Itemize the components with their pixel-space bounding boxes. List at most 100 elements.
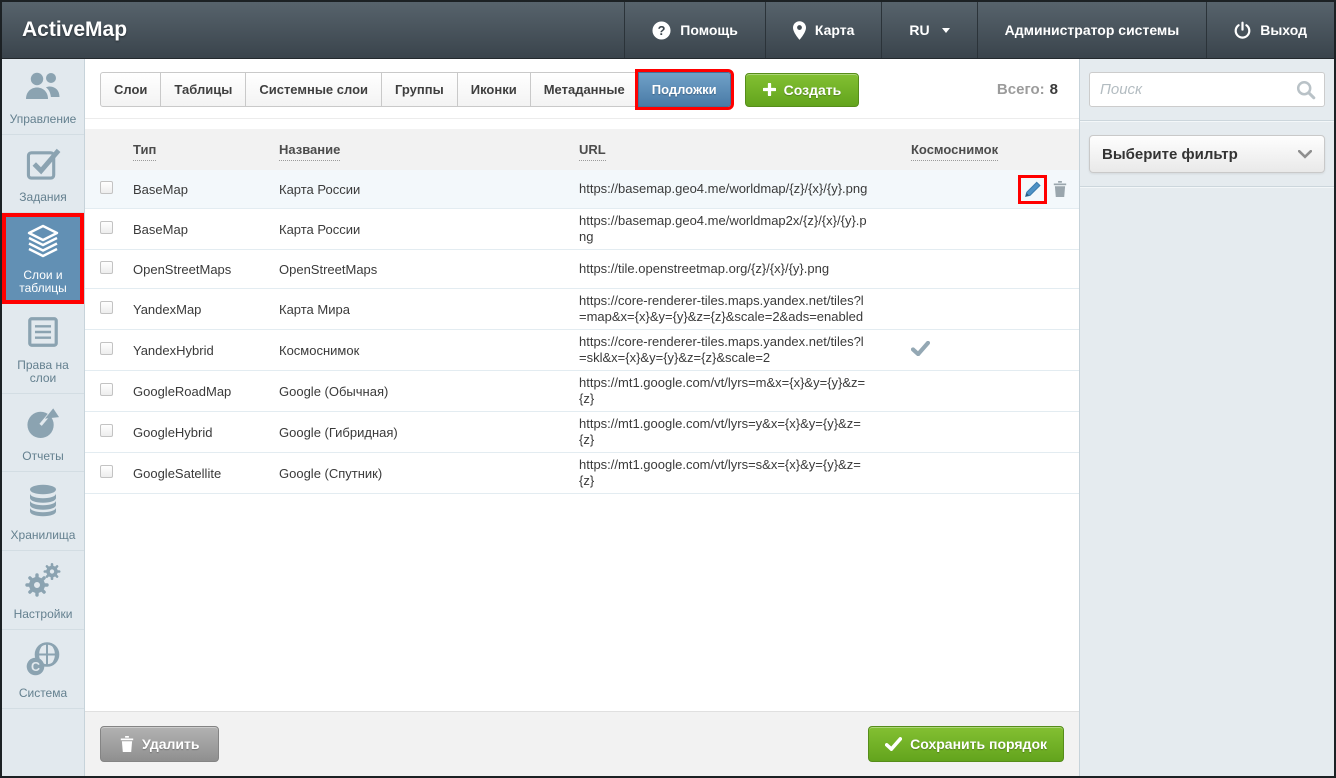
cell-type: GoogleSatellite — [133, 466, 279, 481]
map-menu-item[interactable]: Карта — [765, 2, 882, 58]
sidebar-item-layer-rights[interactable]: Права на слои — [2, 304, 84, 394]
backgrounds-table: Тип Название URL Космоснимок BaseMap Кар… — [85, 129, 1079, 494]
help-icon: ? — [652, 21, 671, 40]
table-row[interactable]: OpenStreetMaps OpenStreetMaps https://ti… — [85, 250, 1079, 289]
search-icon[interactable] — [1296, 80, 1316, 105]
language-menu-item[interactable]: RU — [881, 2, 976, 58]
filter-dropdown[interactable]: Выберите фильтр — [1089, 135, 1325, 173]
table-row[interactable]: YandexHybrid Космоснимок https://core-re… — [85, 330, 1079, 371]
cell-url: https://core-renderer-tiles.maps.yandex.… — [579, 334, 871, 366]
row-checkbox[interactable] — [100, 383, 113, 396]
cell-url: https://mt1.google.com/vt/lyrs=y&x={x}&y… — [579, 416, 871, 448]
top-navbar: ActiveMap ? Помощь Карта RU Администрато… — [2, 2, 1334, 59]
search-input[interactable] — [1089, 72, 1325, 107]
row-checkbox[interactable] — [100, 465, 113, 478]
cell-url: https://core-renderer-tiles.maps.yandex.… — [579, 293, 871, 325]
cell-url: https://basemap.geo4.me/worldmap/{z}/{x}… — [579, 181, 871, 197]
divider — [1080, 120, 1334, 122]
cell-name: Google (Обычная) — [279, 384, 579, 399]
user-label: Администратор системы — [1005, 22, 1180, 38]
sidebar-item-system[interactable]: C Система — [2, 630, 84, 709]
total-label: Всего: — [997, 81, 1045, 98]
location-pin-icon — [793, 21, 806, 40]
table-row[interactable]: GoogleHybrid Google (Гибридная) https://… — [85, 412, 1079, 453]
cell-type: GoogleRoadMap — [133, 384, 279, 399]
search-box — [1089, 72, 1325, 107]
table-header-row: Тип Название URL Космоснимок — [85, 129, 1079, 170]
cell-type: BaseMap — [133, 222, 279, 237]
tab-tables[interactable]: Таблицы — [160, 72, 246, 107]
sidebar-item-label: Отчеты — [22, 450, 63, 463]
layers-icon — [23, 224, 63, 264]
sidebar-item-label: Система — [19, 687, 67, 700]
tab-groups[interactable]: Группы — [381, 72, 458, 107]
help-label: Помощь — [680, 22, 738, 38]
sidebar-item-reports[interactable]: Отчеты — [2, 394, 84, 472]
cell-checkbox — [100, 383, 133, 399]
header-cosmos[interactable]: Космоснимок — [871, 142, 996, 157]
table-row[interactable]: BaseMap Карта России https://basemap.geo… — [85, 170, 1079, 209]
users-icon — [23, 70, 63, 108]
sidebar-item-label: Управление — [10, 113, 77, 126]
row-checkbox[interactable] — [100, 221, 113, 234]
row-checkbox[interactable] — [100, 342, 113, 355]
cell-type: OpenStreetMaps — [133, 262, 279, 277]
cell-checkbox — [100, 342, 133, 358]
create-button-label: Создать — [784, 82, 842, 98]
row-checkbox[interactable] — [100, 181, 113, 194]
tab-backgrounds[interactable]: Подложки — [638, 72, 731, 107]
logout-label: Выход — [1260, 22, 1307, 38]
plus-icon — [763, 83, 776, 96]
check-icon — [885, 737, 902, 751]
sidebar-item-layers-tables[interactable]: Слои и таблицы — [2, 213, 84, 304]
toolbar: Слои Таблицы Системные слои Группы Иконк… — [85, 59, 1079, 119]
tab-metadata[interactable]: Метаданные — [530, 72, 639, 107]
table-row[interactable]: GoogleSatellite Google (Спутник) https:/… — [85, 453, 1079, 494]
cell-checkbox — [100, 221, 133, 237]
edit-button[interactable] — [1023, 180, 1042, 199]
right-sidebar: Выберите фильтр — [1080, 59, 1334, 776]
save-order-button[interactable]: Сохранить порядок — [868, 726, 1064, 762]
cell-type: BaseMap — [133, 182, 279, 197]
map-label: Карта — [815, 22, 855, 38]
delete-row-button[interactable] — [1053, 181, 1067, 197]
table-row[interactable]: BaseMap Карта России https://basemap.geo… — [85, 209, 1079, 250]
row-checkbox[interactable] — [100, 261, 113, 274]
delete-button[interactable]: Удалить — [100, 726, 219, 762]
app-window: ActiveMap ? Помощь Карта RU Администрато… — [0, 0, 1336, 778]
reports-icon — [24, 405, 62, 445]
chevron-down-icon — [1298, 150, 1312, 159]
sidebar-item-tasks[interactable]: Задания — [2, 135, 84, 213]
sidebar-item-management[interactable]: Управление — [2, 59, 84, 135]
main-panel: Слои Таблицы Системные слои Группы Иконк… — [85, 59, 1080, 776]
sidebar-item-storage[interactable]: Хранилища — [2, 472, 84, 551]
total-value: 8 — [1050, 81, 1058, 98]
sidebar-item-settings[interactable]: Настройки — [2, 551, 84, 630]
help-menu-item[interactable]: ? Помощь — [624, 2, 765, 58]
tab-system-layers[interactable]: Системные слои — [245, 72, 382, 107]
filter-label: Выберите фильтр — [1102, 146, 1238, 163]
user-menu-item[interactable]: Администратор системы — [977, 2, 1207, 58]
cell-cosmos — [871, 423, 996, 441]
header-type[interactable]: Тип — [133, 142, 279, 157]
power-icon — [1234, 21, 1251, 39]
header-name[interactable]: Название — [279, 142, 579, 157]
tab-icons[interactable]: Иконки — [457, 72, 531, 107]
cell-cosmos — [871, 464, 996, 482]
logout-menu-item[interactable]: Выход — [1206, 2, 1334, 58]
row-checkbox[interactable] — [100, 301, 113, 314]
cell-cosmos — [871, 341, 996, 359]
cell-name: Google (Спутник) — [279, 466, 579, 481]
table-body: BaseMap Карта России https://basemap.geo… — [85, 170, 1079, 494]
main-footer: Удалить Сохранить порядок — [85, 711, 1079, 776]
cell-checkbox — [100, 301, 133, 317]
header-url[interactable]: URL — [579, 142, 871, 157]
cell-checkbox — [100, 261, 133, 277]
row-checkbox[interactable] — [100, 424, 113, 437]
sidebar-item-label: Права на слои — [4, 359, 82, 385]
cell-name: OpenStreetMaps — [279, 262, 579, 277]
table-row[interactable]: GoogleRoadMap Google (Обычная) https://m… — [85, 371, 1079, 412]
table-row[interactable]: YandexMap Карта Мира https://core-render… — [85, 289, 1079, 330]
create-button[interactable]: Создать — [745, 73, 860, 107]
tab-layers[interactable]: Слои — [100, 72, 161, 107]
